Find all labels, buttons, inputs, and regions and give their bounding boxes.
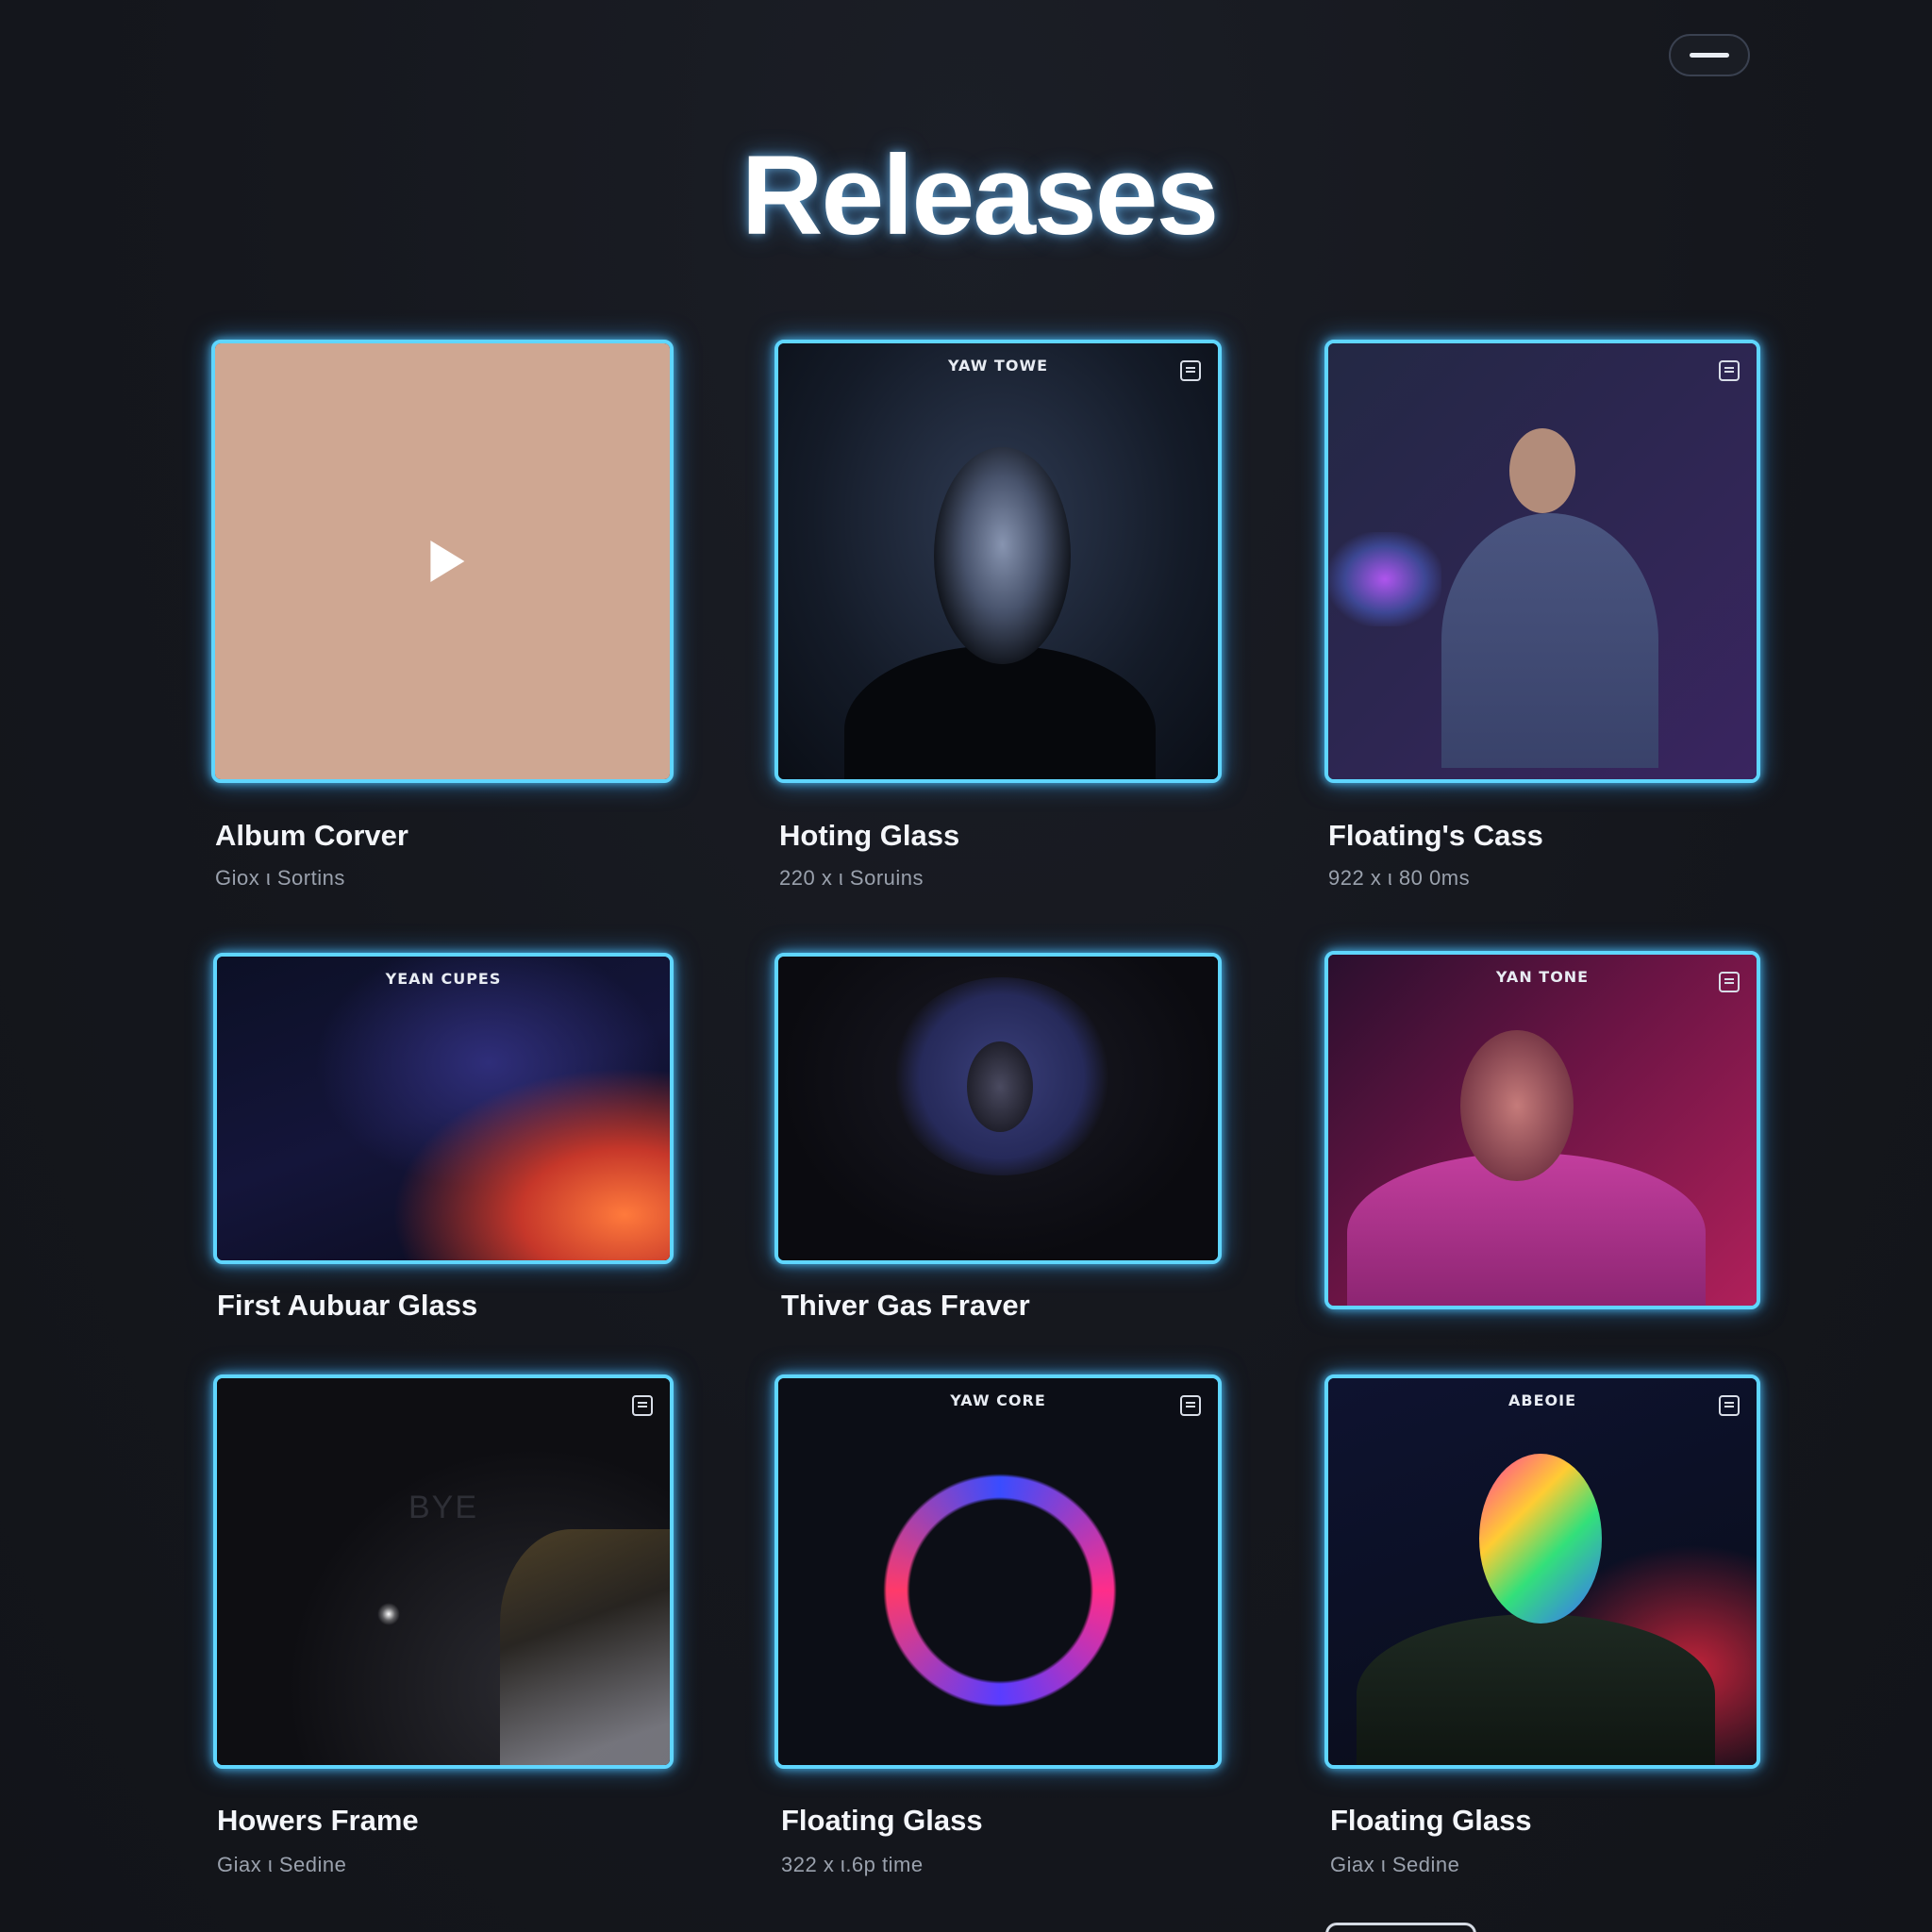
save-icon[interactable] (1719, 360, 1740, 381)
release-title: Floating Glass (781, 1804, 983, 1837)
next-card-edge[interactable] (1325, 1923, 1476, 1932)
release-meta: 922 x ι 80 0ms (1328, 866, 1471, 890)
light-streaks (1328, 532, 1441, 626)
cover-label: YAN TONE (1495, 968, 1590, 986)
release-meta: Giax ι Sedine (1330, 1853, 1460, 1876)
save-icon[interactable] (1180, 360, 1201, 381)
save-icon[interactable] (1719, 972, 1740, 992)
save-icon[interactable] (1180, 1395, 1201, 1416)
cover-label: YAW TOWE (947, 357, 1049, 375)
release-title: Floating's Cass (1328, 819, 1543, 852)
save-icon[interactable] (1719, 1395, 1740, 1416)
page-title: Releases (741, 132, 1219, 258)
release-title: Floating Glass (1330, 1804, 1532, 1837)
play-icon[interactable] (430, 541, 465, 582)
glass-object (500, 1529, 670, 1765)
star-sparkle-icon (377, 1603, 400, 1625)
neon-ring (882, 1473, 1118, 1708)
release-meta: Giax ι Sedine (217, 1853, 347, 1876)
hooded-figure (1357, 1614, 1715, 1765)
release-card-3[interactable] (1324, 340, 1760, 783)
portrait-head (934, 447, 1071, 664)
save-icon[interactable] (632, 1395, 653, 1416)
release-title: Howers Frame (217, 1804, 419, 1837)
cover-label: YEAN CUPES (385, 970, 502, 988)
cover-label: YAW CORE (950, 1391, 1046, 1409)
release-meta: 220 x ι Soruins (779, 866, 924, 890)
portrait-head (1460, 1030, 1574, 1181)
release-meta: Giox ι Sortins (215, 866, 345, 890)
release-card-5[interactable] (774, 953, 1222, 1264)
release-card-2[interactable]: YAW TOWE (774, 340, 1222, 783)
release-card-1[interactable] (211, 340, 674, 783)
hamburger-icon (1690, 53, 1729, 58)
seated-figure (1441, 513, 1658, 768)
release-title: Thiver Gas Fraver (781, 1289, 1030, 1322)
portrait-head (1509, 428, 1575, 513)
album-cover-image (217, 957, 670, 1260)
release-title: Hoting Glass (779, 819, 960, 852)
release-card-6[interactable]: YAN TONE (1324, 951, 1760, 1309)
cover-label: ABEOIE (1508, 1391, 1576, 1409)
release-card-7[interactable]: BYE (213, 1374, 674, 1769)
release-card-4[interactable]: YEAN CUPES (213, 953, 674, 1264)
release-title: Album Corver (215, 819, 408, 852)
release-card-8[interactable]: YAW CORE (774, 1374, 1222, 1769)
release-card-9[interactable]: ABEOIE (1324, 1374, 1760, 1769)
release-title: First Aubuar Glass (217, 1289, 478, 1322)
cover-text: BYE (408, 1490, 479, 1525)
menu-button[interactable] (1669, 34, 1750, 76)
release-meta: 322 x ι.6p time (781, 1853, 924, 1876)
portrait-head (1479, 1454, 1602, 1624)
portrait-head (967, 1041, 1033, 1132)
